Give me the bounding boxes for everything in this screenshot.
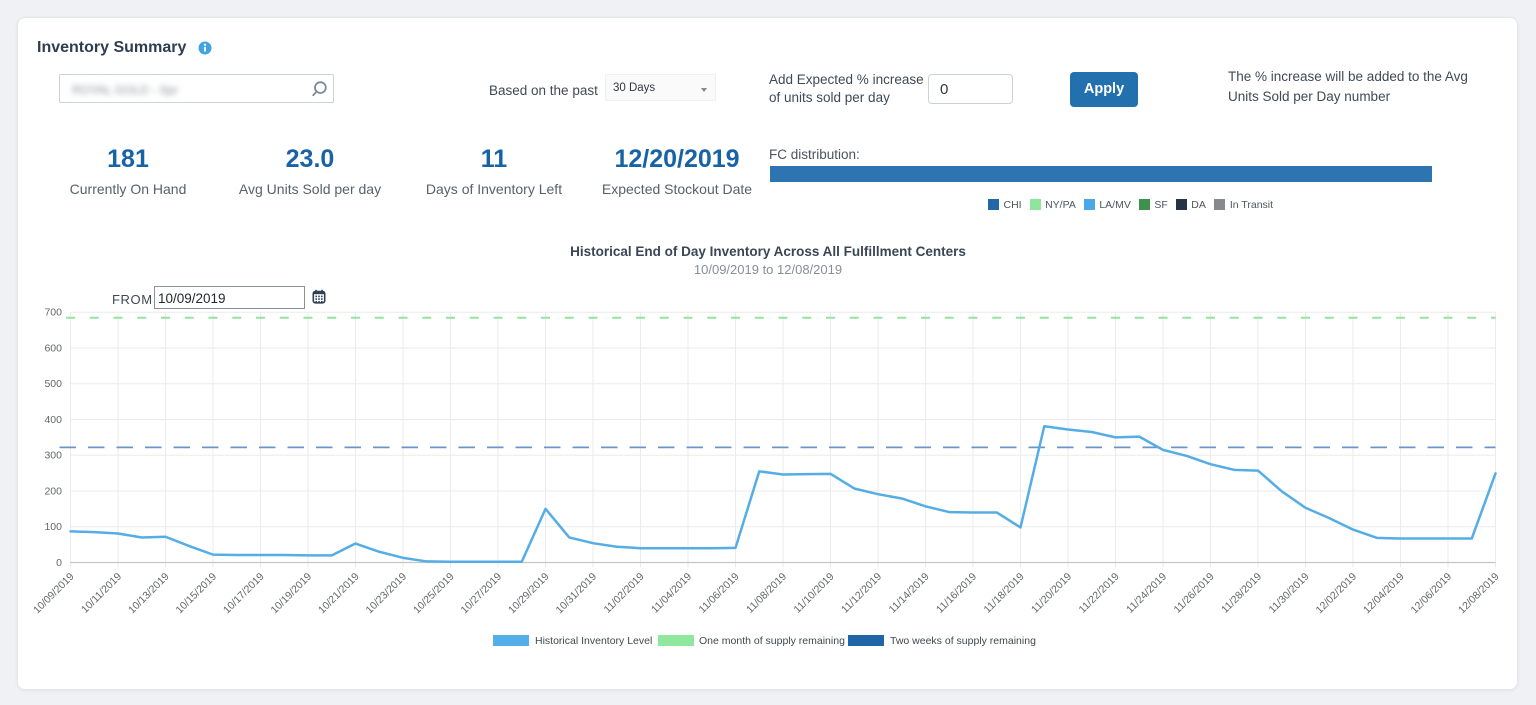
svg-text:11/12/2019: 11/12/2019 <box>839 571 884 616</box>
svg-text:12/02/2019: 12/02/2019 <box>1313 571 1359 617</box>
svg-text:10/25/2019: 10/25/2019 <box>411 571 457 617</box>
svg-text:10/15/2019: 10/15/2019 <box>173 571 219 617</box>
svg-text:10/11/2019: 10/11/2019 <box>79 571 124 616</box>
svg-text:11/26/2019: 11/26/2019 <box>1172 571 1217 616</box>
svg-text:300: 300 <box>44 450 62 462</box>
svg-text:10/23/2019: 10/23/2019 <box>363 571 409 617</box>
svg-text:11/28/2019: 11/28/2019 <box>1219 571 1264 616</box>
svg-text:500: 500 <box>44 378 62 390</box>
svg-text:11/24/2019: 11/24/2019 <box>1124 571 1169 616</box>
svg-text:0: 0 <box>56 557 62 569</box>
svg-text:400: 400 <box>44 414 62 426</box>
svg-text:11/06/2019: 11/06/2019 <box>697 571 742 616</box>
svg-text:600: 600 <box>44 342 62 354</box>
svg-text:11/08/2019: 11/08/2019 <box>744 571 789 616</box>
svg-text:10/17/2019: 10/17/2019 <box>221 571 267 617</box>
svg-text:700: 700 <box>44 307 62 319</box>
svg-text:11/20/2019: 11/20/2019 <box>1029 571 1074 616</box>
svg-text:11/18/2019: 11/18/2019 <box>982 571 1027 616</box>
svg-text:10/27/2019: 10/27/2019 <box>458 571 504 617</box>
svg-text:200: 200 <box>44 485 62 497</box>
svg-text:10/21/2019: 10/21/2019 <box>316 571 362 617</box>
svg-text:10/31/2019: 10/31/2019 <box>553 571 599 617</box>
svg-text:10/09/2019: 10/09/2019 <box>31 571 77 617</box>
svg-text:100: 100 <box>44 521 62 533</box>
svg-text:12/08/2019: 12/08/2019 <box>1456 571 1502 617</box>
svg-text:11/14/2019: 11/14/2019 <box>887 571 932 616</box>
svg-text:10/19/2019: 10/19/2019 <box>268 571 314 617</box>
svg-text:11/10/2019: 11/10/2019 <box>792 571 837 616</box>
svg-text:11/22/2019: 11/22/2019 <box>1077 571 1122 616</box>
svg-text:11/16/2019: 11/16/2019 <box>934 571 979 616</box>
svg-text:12/04/2019: 12/04/2019 <box>1361 571 1407 617</box>
svg-text:12/06/2019: 12/06/2019 <box>1408 571 1454 617</box>
svg-text:11/02/2019: 11/02/2019 <box>602 571 647 616</box>
svg-text:10/13/2019: 10/13/2019 <box>126 571 172 617</box>
svg-text:10/29/2019: 10/29/2019 <box>506 571 552 617</box>
svg-text:11/30/2019: 11/30/2019 <box>1267 571 1312 616</box>
svg-text:11/04/2019: 11/04/2019 <box>649 571 694 616</box>
